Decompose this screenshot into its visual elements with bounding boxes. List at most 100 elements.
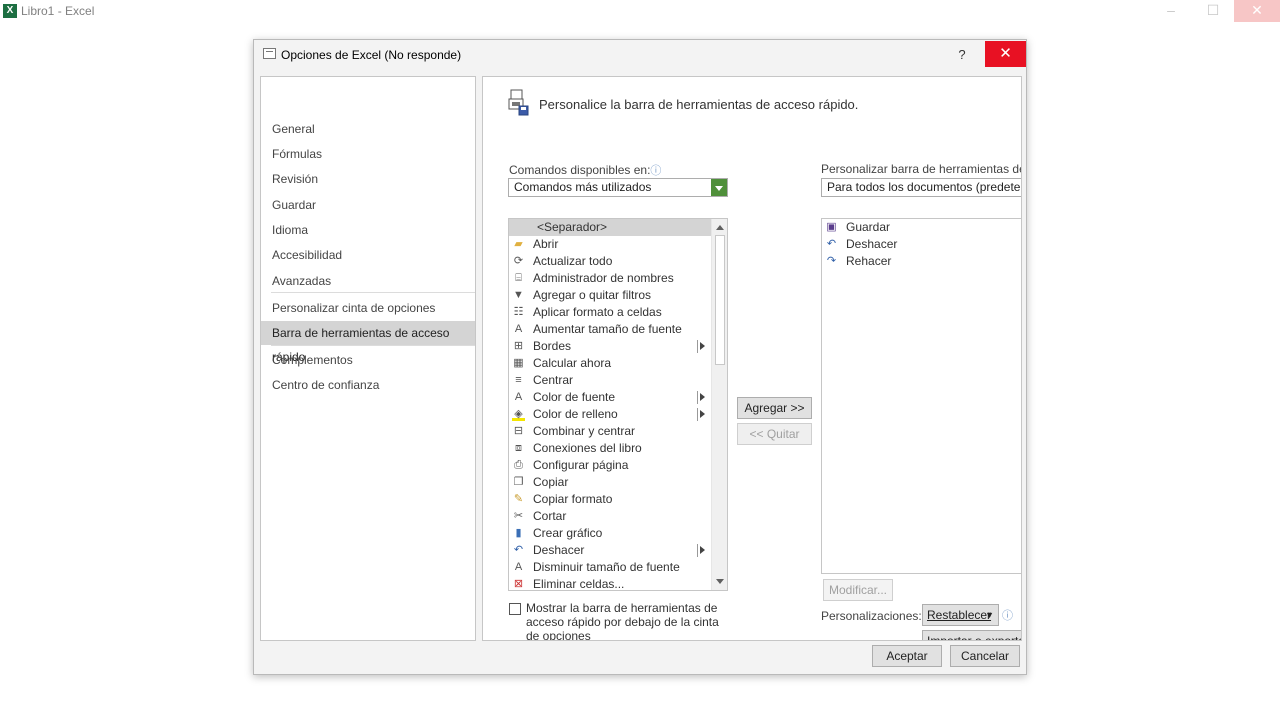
- list-item[interactable]: ❐ Copiar: [509, 474, 711, 491]
- list-item[interactable]: ⊟ Combinar y centrar: [509, 423, 711, 440]
- list-item[interactable]: ⧈ Conexiones del libro: [509, 440, 711, 457]
- nav-item-personalizar-cinta[interactable]: Personalizar cinta de opciones: [261, 296, 475, 320]
- format-cells-icon: ☷: [513, 306, 524, 318]
- name-manager-icon: ⌸: [515, 272, 522, 284]
- info-icon: ⓘ: [1002, 610, 1013, 622]
- list-item[interactable]: ◈ Color de relleno: [509, 406, 711, 423]
- list-item[interactable]: ▼ Agregar o quitar filtros: [509, 287, 711, 304]
- chevron-right-icon: [700, 410, 705, 418]
- nav-item-formulas[interactable]: Fórmulas: [261, 142, 475, 166]
- nav-divider: [271, 345, 475, 346]
- chevron-down-icon: [711, 179, 727, 196]
- dialog-close-button[interactable]: ✕: [985, 41, 1026, 67]
- modify-button[interactable]: Modificar...: [823, 579, 893, 601]
- increase-font-icon: A: [514, 323, 523, 335]
- show-below-ribbon-checkbox[interactable]: [509, 603, 521, 615]
- commands-from-label: Comandos disponibles en:ⓘ: [509, 163, 662, 177]
- chevron-right-icon: [700, 546, 705, 554]
- fill-color-icon: ◈: [512, 408, 525, 421]
- qat-settings-panel: Personalice la barra de herramientas de …: [482, 76, 1022, 641]
- list-item[interactable]: ≡ Centrar: [509, 372, 711, 389]
- nav-item-general[interactable]: General: [261, 117, 475, 141]
- list-item[interactable]: ↷ Rehacer: [822, 253, 1021, 270]
- scissors-icon: ✂: [513, 510, 524, 522]
- list-item[interactable]: ▦ Calcular ahora: [509, 355, 711, 372]
- customize-toolbar-label: Personalizar barra de herramientas de ac: [821, 162, 1022, 176]
- nav-item-avanzadas[interactable]: Avanzadas: [261, 269, 475, 293]
- list-item[interactable]: ✂ Cortar: [509, 508, 711, 525]
- list-item[interactable]: ⊞ Bordes: [509, 338, 711, 355]
- excel-title-bar: X Libro1 - Excel – ☐ ✕: [0, 0, 1280, 22]
- customize-toolbar-dropdown[interactable]: Para todos los documentos (predeterm: [821, 178, 1021, 197]
- list-item[interactable]: ↶ Deshacer: [509, 542, 711, 559]
- commands-from-dropdown[interactable]: Comandos más utilizados: [508, 178, 728, 197]
- list-item[interactable]: ⌸ Administrador de nombres: [509, 270, 711, 287]
- format-painter-icon: ✎: [513, 493, 524, 505]
- ok-button[interactable]: Aceptar: [872, 645, 942, 667]
- merge-center-icon: ⊟: [513, 425, 524, 437]
- list-item[interactable]: ▮ Crear gráfico: [509, 525, 711, 542]
- list-item[interactable]: A Color de fuente: [509, 389, 711, 406]
- remove-button[interactable]: << Quitar: [737, 423, 812, 445]
- nav-item-centro-confianza[interactable]: Centro de confianza: [261, 373, 475, 397]
- redo-icon: ↷: [826, 255, 837, 267]
- page-setup-icon: ⎙: [514, 459, 523, 471]
- nav-item-revision[interactable]: Revisión: [261, 167, 475, 191]
- available-commands-list[interactable]: <Separador> ▰ Abrir ⟳ Actualizar todo ⌸ Adm…: [508, 218, 728, 591]
- chevron-right-icon: [700, 393, 705, 401]
- maximize-button[interactable]: ☐: [1190, 0, 1236, 22]
- excel-options-dialog: Opciones de Excel (No responde) ? ✕ Gene…: [253, 39, 1027, 675]
- scroll-down-icon[interactable]: [716, 579, 724, 584]
- panel-header: Personalice la barra de herramientas de …: [539, 97, 859, 112]
- list-item[interactable]: A Disminuir tamaño de fuente: [509, 559, 711, 576]
- scroll-thumb[interactable]: [715, 235, 725, 365]
- nav-divider: [271, 292, 475, 293]
- help-button[interactable]: ?: [951, 45, 973, 65]
- reset-dropdown-button[interactable]: Restablecer ▼: [922, 604, 999, 626]
- nav-item-guardar[interactable]: Guardar: [261, 193, 475, 217]
- chart-icon: ▮: [515, 527, 522, 539]
- window-close-button[interactable]: ✕: [1234, 0, 1280, 22]
- excel-logo-icon: X: [3, 4, 17, 18]
- add-button[interactable]: Agregar >>: [737, 397, 812, 419]
- chevron-down-icon: ▼: [985, 610, 994, 620]
- folder-icon: ▰: [514, 238, 523, 250]
- align-center-icon: ≡: [515, 374, 522, 386]
- save-icon: ▣: [826, 221, 837, 233]
- delete-cells-icon: ⊠: [513, 578, 524, 590]
- list-item[interactable]: ⎙ Configurar página: [509, 457, 711, 474]
- dialog-title-bar: Opciones de Excel (No responde) ? ✕: [254, 40, 1026, 69]
- nav-item-complementos[interactable]: Complementos: [261, 348, 475, 372]
- nav-item-barra-acceso-rapido[interactable]: Barra de herramientas de acceso rápido: [261, 321, 475, 364]
- chevron-right-icon: [700, 342, 705, 350]
- excel-window-title: Libro1 - Excel: [21, 4, 95, 18]
- copy-icon: ❐: [513, 476, 524, 488]
- filter-icon: ▼: [513, 289, 524, 301]
- minimize-button[interactable]: –: [1148, 0, 1194, 22]
- list-item[interactable]: ↶ Deshacer: [822, 236, 1021, 253]
- dialog-window-icon: [263, 48, 276, 59]
- undo-icon: ↶: [826, 238, 837, 250]
- font-color-icon: A: [514, 391, 523, 403]
- customizations-label: Personalizaciones:: [821, 609, 922, 623]
- list-item[interactable]: ▰ Abrir: [509, 236, 711, 253]
- nav-item-idioma[interactable]: Idioma: [261, 218, 475, 242]
- quick-access-toolbar-icon: [508, 89, 529, 116]
- quick-access-commands-list[interactable]: ▣ Guardar ↶ Deshacer ↷ Rehacer: [821, 218, 1021, 574]
- import-export-button[interactable]: Importar o exportar: [922, 630, 1021, 640]
- borders-icon: ⊞: [513, 340, 524, 352]
- nav-item-accesibilidad[interactable]: Accesibilidad: [261, 243, 475, 267]
- scroll-up-icon[interactable]: [716, 225, 724, 230]
- commands-list-scrollbar[interactable]: [711, 219, 727, 590]
- list-item[interactable]: A Aumentar tamaño de fuente: [509, 321, 711, 338]
- cancel-button[interactable]: Cancelar: [950, 645, 1020, 667]
- undo-icon: ↶: [513, 544, 524, 556]
- refresh-all-icon: ⟳: [513, 255, 524, 267]
- list-item[interactable]: ▣ Guardar: [822, 219, 1021, 236]
- calculator-icon: ▦: [513, 357, 524, 369]
- list-item[interactable]: ☷ Aplicar formato a celdas: [509, 304, 711, 321]
- list-item[interactable]: ✎ Copiar formato: [509, 491, 711, 508]
- list-item[interactable]: ⊠ Eliminar celdas...: [509, 576, 711, 590]
- list-item[interactable]: <Separador>: [509, 219, 711, 236]
- list-item[interactable]: ⟳ Actualizar todo: [509, 253, 711, 270]
